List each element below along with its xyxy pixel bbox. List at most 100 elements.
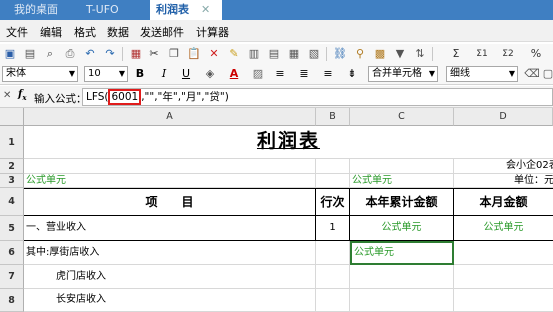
sum-2-icon[interactable]: Σ2 bbox=[500, 46, 516, 62]
align-left-icon[interactable]: ≡ bbox=[272, 66, 288, 82]
operating-revenue-label: 一、营业收入 bbox=[26, 222, 86, 233]
sum-icon[interactable]: Σ bbox=[448, 46, 464, 62]
row-header-4[interactable]: 4 bbox=[0, 188, 24, 216]
header-line-cell[interactable]: 行次 bbox=[316, 188, 350, 216]
row-header-1[interactable]: 1 bbox=[0, 126, 24, 159]
cell-d6[interactable] bbox=[454, 241, 553, 265]
paste-icon[interactable]: 📋 bbox=[186, 46, 202, 62]
find-icon[interactable]: ⚲ bbox=[352, 46, 368, 62]
font-name-select[interactable]: 宋体 ▼ bbox=[2, 66, 78, 82]
border-icon[interactable]: ▢ bbox=[540, 66, 553, 82]
delete-row-icon[interactable]: ▦ bbox=[286, 46, 302, 62]
cut-icon[interactable]: ✂ bbox=[146, 46, 162, 62]
row-header-8[interactable]: 8 bbox=[0, 289, 24, 312]
column-header-b[interactable]: B bbox=[316, 108, 350, 126]
cell-a6[interactable]: 其中:厚街店收入 bbox=[24, 241, 316, 265]
cell-c3[interactable]: 公式单元 bbox=[350, 174, 454, 188]
font-size-select[interactable]: 10 ▼ bbox=[84, 66, 128, 82]
column-header-c[interactable]: C bbox=[350, 108, 454, 126]
report-title-cell[interactable]: 利润表 bbox=[24, 126, 553, 159]
italic-button[interactable]: I bbox=[156, 66, 172, 82]
menu-format[interactable]: 格式 bbox=[74, 24, 96, 40]
toolbar-separator bbox=[122, 47, 123, 61]
cell-d5[interactable]: 公式单元 bbox=[454, 216, 553, 241]
close-tab-icon[interactable]: ✕ bbox=[201, 3, 210, 16]
cell-c8[interactable] bbox=[350, 289, 454, 312]
save-icon[interactable]: ▣ bbox=[2, 46, 18, 62]
cell-c5[interactable]: 公式单元 bbox=[350, 216, 454, 241]
cell-b7[interactable] bbox=[316, 265, 350, 289]
company-label: 会小企02表 bbox=[506, 160, 553, 171]
menu-data[interactable]: 数据 bbox=[107, 24, 129, 40]
cell-b8[interactable] bbox=[316, 289, 350, 312]
undo-icon[interactable]: ↶ bbox=[82, 46, 98, 62]
insert-column-icon[interactable]: ▥ bbox=[246, 46, 262, 62]
function-icon[interactable]: fx bbox=[18, 89, 27, 102]
background-image-icon[interactable]: ▨ bbox=[250, 66, 266, 82]
cell-b5[interactable]: 1 bbox=[316, 216, 350, 241]
cell-a8[interactable]: 长安店收入 bbox=[24, 289, 316, 312]
link-icon[interactable]: ⛓ bbox=[332, 46, 348, 62]
merge-cells-value: 合并单元格 bbox=[372, 68, 422, 79]
fill-color-icon[interactable]: ◈ bbox=[202, 66, 218, 82]
cell-a7[interactable]: 虎门店收入 bbox=[24, 265, 316, 289]
filter-icon[interactable]: ▼ bbox=[392, 46, 408, 62]
eraser-icon[interactable]: ⌫ bbox=[524, 66, 540, 82]
font-color-icon[interactable]: A bbox=[226, 66, 242, 82]
cell-d8[interactable] bbox=[454, 289, 553, 312]
percent-icon[interactable]: % bbox=[528, 46, 544, 62]
formula-input[interactable]: LFS(6001 ,"","年","月","贷") bbox=[82, 88, 553, 106]
print-icon[interactable]: ⎙ bbox=[62, 46, 78, 62]
row-header-5[interactable]: 5 bbox=[0, 216, 24, 241]
format-painter-icon[interactable]: ✎ bbox=[226, 46, 242, 62]
row-header-6[interactable]: 6 bbox=[0, 241, 24, 265]
menu-edit[interactable]: 编辑 bbox=[40, 24, 62, 40]
chart-icon[interactable]: ▩ bbox=[372, 46, 388, 62]
cell-d2[interactable]: 会小企02表 bbox=[454, 159, 553, 174]
merge-cells-select[interactable]: 合并单元格 ▼ bbox=[368, 66, 438, 82]
header-item-cell[interactable]: 项 目 bbox=[24, 188, 316, 216]
column-header-d[interactable]: D bbox=[454, 108, 553, 126]
grid-icon[interactable]: ▦ bbox=[128, 46, 144, 62]
preview-icon[interactable]: ⌕ bbox=[42, 46, 58, 62]
sum-1-icon[interactable]: Σ1 bbox=[474, 46, 490, 62]
cell-a3[interactable]: 公式单元 bbox=[24, 174, 316, 188]
cell-b6[interactable] bbox=[316, 241, 350, 265]
bold-button[interactable]: B bbox=[132, 66, 148, 82]
cell-c2[interactable] bbox=[350, 159, 454, 174]
header-month-cell[interactable]: 本月金额 bbox=[454, 188, 553, 216]
cell-b3[interactable] bbox=[316, 174, 350, 188]
row-header-3[interactable]: 3 bbox=[0, 174, 24, 188]
tab-t-ufo[interactable]: T-UFO bbox=[80, 0, 125, 20]
cell-d7[interactable] bbox=[454, 265, 553, 289]
row-header-2[interactable]: 2 bbox=[0, 159, 24, 174]
cell-a2[interactable] bbox=[24, 159, 316, 174]
tab-desktop[interactable]: 我的桌面 bbox=[8, 0, 64, 20]
menu-file[interactable]: 文件 bbox=[6, 24, 28, 40]
cell-c7[interactable] bbox=[350, 265, 454, 289]
tab-profit-statement[interactable]: 利润表 ✕ bbox=[150, 0, 222, 21]
cell-d3[interactable]: 单位：元 bbox=[454, 174, 553, 188]
sort-icon[interactable]: ⇅ bbox=[412, 46, 428, 62]
align-right-icon[interactable]: ≡ bbox=[320, 66, 336, 82]
copy-icon[interactable]: ❐ bbox=[166, 46, 182, 62]
select-all-corner[interactable] bbox=[0, 108, 24, 126]
column-header-a[interactable]: A bbox=[24, 108, 316, 126]
cell-c6-selected[interactable]: 公式单元 bbox=[350, 241, 454, 265]
print-preview-icon[interactable]: ▤ bbox=[22, 46, 38, 62]
row-header-7[interactable]: 7 bbox=[0, 265, 24, 289]
border-style-select[interactable]: 细线 ▼ bbox=[446, 66, 518, 82]
cell-b2[interactable] bbox=[316, 159, 350, 174]
menu-send-mail[interactable]: 发送邮件 bbox=[140, 24, 184, 40]
cell-a5[interactable]: 一、营业收入 bbox=[24, 216, 316, 241]
clear-icon[interactable]: ✕ bbox=[206, 46, 222, 62]
header-year-cell[interactable]: 本年累计金额 bbox=[350, 188, 454, 216]
vertical-align-icon[interactable]: ⇟ bbox=[344, 66, 360, 82]
insert-row-icon[interactable]: ▤ bbox=[266, 46, 282, 62]
underline-button[interactable]: U bbox=[178, 66, 194, 82]
sheet-icon[interactable]: ▧ bbox=[306, 46, 322, 62]
align-center-icon[interactable]: ≣ bbox=[296, 66, 312, 82]
redo-icon[interactable]: ↷ bbox=[102, 46, 118, 62]
cancel-icon[interactable]: ✕ bbox=[3, 90, 11, 101]
menu-calculator[interactable]: 计算器 bbox=[196, 24, 229, 40]
